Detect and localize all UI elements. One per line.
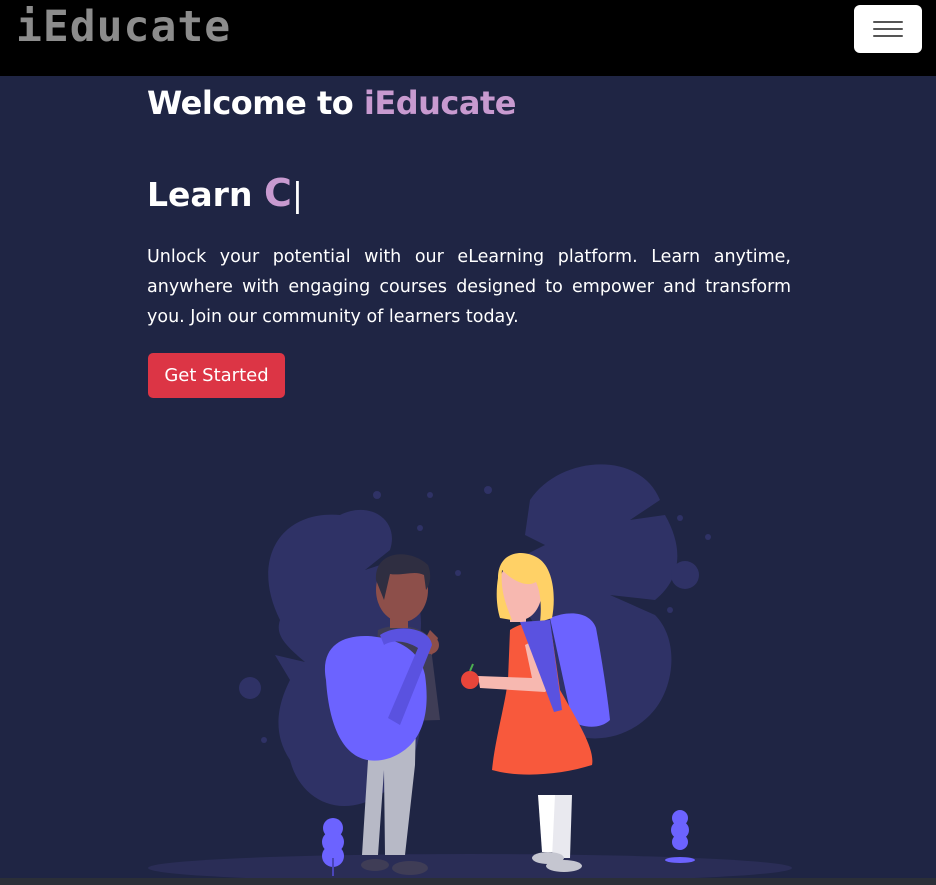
bottom-edge (0, 878, 936, 885)
hamburger-menu-icon (873, 28, 903, 30)
get-started-button[interactable]: Get Started (148, 353, 285, 398)
welcome-prefix: Welcome to (147, 84, 364, 122)
typing-cursor: | (291, 175, 303, 214)
hero-description: Unlock your potential with our eLearning… (147, 247, 791, 327)
hamburger-menu-icon (873, 35, 903, 37)
hamburger-menu-icon (873, 21, 903, 23)
hamburger-menu-button[interactable] (854, 5, 922, 53)
students-with-backpacks-illustration (148, 464, 792, 882)
brand-logo-link[interactable]: iEducate (16, 2, 231, 52)
welcome-brand: iEducate (363, 84, 517, 122)
welcome-heading: Welcome to iEducate (147, 84, 516, 122)
typed-text: C (263, 171, 292, 215)
navbar: iEducate (0, 0, 936, 76)
learn-prefix: Learn (147, 175, 264, 214)
learn-typewriter-heading: Learn C| (147, 171, 303, 215)
